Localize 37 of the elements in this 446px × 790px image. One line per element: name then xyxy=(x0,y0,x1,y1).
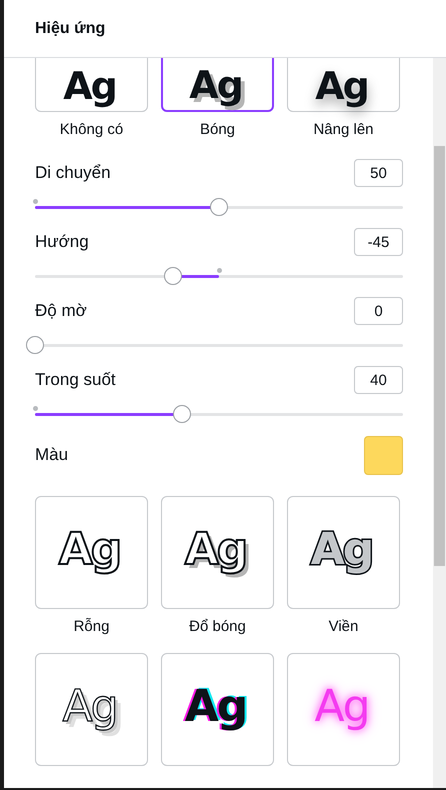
value-field[interactable]: 50 xyxy=(354,159,403,187)
effect-preview: Ag xyxy=(314,63,369,110)
slider-thumb[interactable] xyxy=(210,198,228,216)
effect-card[interactable]: Ag xyxy=(161,58,274,112)
slider-thumb[interactable] xyxy=(26,336,44,354)
value-field[interactable]: -45 xyxy=(354,228,403,256)
color-swatch[interactable] xyxy=(364,436,403,474)
effect-preview: Ag xyxy=(188,62,243,109)
effect-label: Đổ bóng xyxy=(189,617,246,637)
slider-label: Trong suốt xyxy=(35,370,116,390)
effect-label: Không có xyxy=(60,120,124,140)
slider-label: Độ mờ xyxy=(35,301,87,321)
slider-label: Hướng xyxy=(35,232,89,252)
effect-preview: Ag xyxy=(184,680,248,734)
effect-preview: Ag xyxy=(56,678,127,740)
effect-preview: Ag xyxy=(178,522,256,584)
effect-preview: Ag xyxy=(62,63,117,110)
color-label: Màu xyxy=(35,445,68,465)
effect-card[interactable]: Ag xyxy=(35,58,148,112)
effect-label: Rỗng xyxy=(74,617,110,637)
panel-title: Hiệu ứng xyxy=(35,20,106,38)
effect-card[interactable]: Ag xyxy=(161,653,274,766)
slider-thumb[interactable] xyxy=(173,404,192,422)
slider-thumb[interactable] xyxy=(164,266,182,284)
effect-card[interactable]: Ag xyxy=(35,496,148,609)
effect-label: Bóng xyxy=(200,120,236,140)
effect-card[interactable]: Ag xyxy=(161,496,274,609)
effect-preview: Ag xyxy=(310,522,374,576)
effect-card[interactable]: Ag xyxy=(287,58,400,112)
effect-label: Nâng lên xyxy=(313,120,374,140)
effect-preview: Ag xyxy=(313,680,370,734)
scrollbar[interactable] xyxy=(433,58,446,788)
value-field[interactable]: 0 xyxy=(354,297,403,325)
effect-preview: Ag xyxy=(56,522,122,576)
slider-label: Di chuyển xyxy=(35,163,111,183)
value-field[interactable]: 40 xyxy=(354,366,403,394)
effect-label: Viền xyxy=(328,617,358,637)
